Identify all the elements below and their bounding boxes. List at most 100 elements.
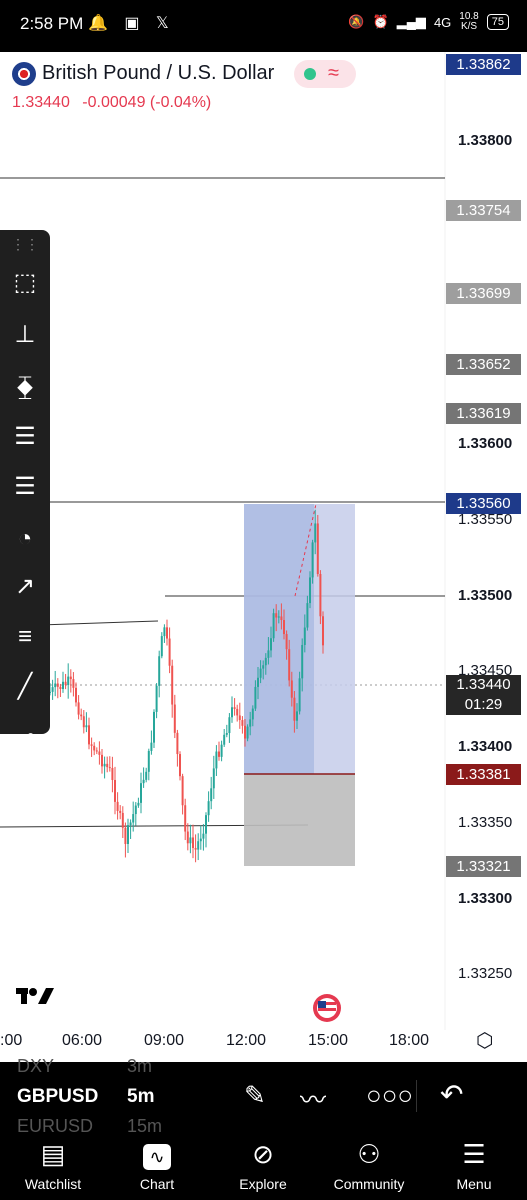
nav-community[interactable]: ⚇ Community	[324, 1138, 414, 1192]
network-label: 4G	[433, 14, 452, 30]
candle-body	[233, 707, 236, 709]
time-label: 06:00	[62, 1032, 103, 1049]
horizontal-ray-tool-icon[interactable]: ⊸	[8, 720, 42, 754]
symbol-header[interactable]: British Pound / U.S. Dollar	[0, 58, 440, 92]
candle-body	[225, 733, 228, 735]
drag-handle-icon[interactable]: ⋮⋮	[8, 230, 42, 258]
long-position-tool-icon[interactable]: ☰	[8, 470, 42, 504]
watchlist-icon: ▤	[40, 1139, 66, 1169]
interval: 5m	[127, 1086, 155, 1107]
candle-body	[181, 776, 184, 806]
status-bar: 2:58 PM 🔔 ▣ 𝕏 🔕 ⏰ ▂▄▆ 4G 10.8 K/S 75	[0, 0, 527, 52]
candle-body	[134, 805, 137, 815]
battery-icon: 75	[486, 14, 509, 30]
compass-icon: ⊘	[252, 1139, 274, 1169]
rectangle-tool-icon[interactable]: ⬚	[8, 266, 42, 300]
candle-body	[316, 523, 319, 574]
pen-icon[interactable]: ✎	[244, 1080, 266, 1111]
candle-body	[137, 802, 140, 806]
candle-body	[254, 686, 257, 709]
candle-body	[77, 702, 80, 715]
candle-body	[207, 801, 210, 816]
candle-body	[259, 668, 262, 678]
candle-body	[142, 779, 145, 784]
vertical-line-tool-icon[interactable]: ⧱	[8, 370, 42, 404]
nav-watchlist[interactable]: ▤ Watchlist	[8, 1138, 98, 1192]
candle-body	[241, 720, 244, 726]
price-tag: 1.33699	[446, 283, 521, 304]
candle-body	[64, 681, 67, 686]
stop-price-tag: 1.33381	[446, 764, 521, 785]
candle-body	[98, 751, 101, 755]
time-label: 09:00	[144, 1032, 185, 1049]
candle-body	[236, 708, 239, 716]
bar-countdown: 01:29	[464, 696, 503, 713]
short-position-tool-icon[interactable]: ☰	[8, 420, 42, 454]
drawing-tools-icon[interactable]: 〰	[300, 1080, 326, 1117]
candle-body	[215, 751, 218, 769]
candle-body	[272, 613, 275, 639]
candle-body	[173, 704, 176, 733]
chart-settings-icon[interactable]: ⬡	[476, 1028, 493, 1053]
price-tag: 1.33652	[446, 354, 521, 375]
candle-body	[277, 616, 280, 618]
current-price-value: 1.33440	[456, 676, 511, 693]
arc-tool-icon[interactable]: ◔	[8, 522, 42, 556]
candle-body	[124, 827, 127, 844]
price-tag: 1.33619	[446, 403, 521, 424]
candle-body	[116, 801, 119, 811]
watchlist-row-prev[interactable]: DXY 3m	[17, 1056, 152, 1077]
horizontal-line-left	[39, 620, 159, 626]
candle-body	[114, 779, 116, 802]
candle-body	[121, 812, 124, 828]
nav-label: Menu	[456, 1176, 492, 1192]
current-price-tag: 1.33440 01:29	[446, 675, 521, 715]
indicator-wave-icon: ≈	[328, 62, 339, 84]
trend-line-tool-icon[interactable]: ╱	[8, 670, 42, 704]
candle-body	[249, 719, 252, 727]
candle-body	[176, 732, 179, 755]
symbol-title[interactable]: British Pound / U.S. Dollar	[42, 62, 274, 85]
price-label: 1.33300	[458, 890, 513, 907]
candle-body	[82, 716, 85, 728]
candle-body	[147, 750, 150, 772]
nav-label: Community	[333, 1176, 405, 1192]
symbol-interval-panel[interactable]: DXY 3m GBPUSD 5m EURUSD 15m ✎ 〰 ○○○ ↶	[0, 1056, 527, 1136]
nav-explore[interactable]: ⊘ Explore	[218, 1138, 308, 1192]
candle-body	[103, 763, 106, 767]
chart-icon: ∿	[112, 1138, 202, 1170]
candle-body	[166, 627, 168, 639]
more-icon[interactable]: ○○○	[366, 1080, 413, 1111]
community-icon: ⚇	[357, 1139, 381, 1169]
candle-body	[150, 742, 153, 751]
candle-body	[303, 627, 306, 645]
price-change: -0.00049 (-0.04%)	[82, 94, 212, 111]
candle-body	[85, 725, 88, 728]
candle-body	[262, 665, 265, 669]
nav-menu[interactable]: ☰ Menu	[429, 1138, 519, 1192]
candle-body	[88, 725, 90, 745]
candle-body	[163, 627, 166, 637]
candle-body	[244, 725, 246, 739]
candle-body	[106, 763, 109, 768]
nav-label: Chart	[139, 1176, 175, 1192]
bottom-navigation: ▤ Watchlist ∿ Chart ⊘ Explore ⚇ Communit…	[0, 1132, 527, 1200]
time-label: 12:00	[226, 1032, 267, 1049]
path-tool-icon[interactable]: ↗	[8, 570, 42, 604]
candle-body	[69, 676, 72, 680]
parallel-channel-tool-icon[interactable]: ≡	[8, 620, 42, 654]
watchlist-row-current[interactable]: GBPUSD 5m	[17, 1086, 154, 1108]
price-tag-top: 1.33862	[446, 54, 521, 75]
candle-body	[95, 750, 98, 752]
mute-icon: 🔕	[348, 14, 365, 29]
candle-body	[90, 744, 93, 746]
undo-icon[interactable]: ↶	[440, 1078, 463, 1111]
candle-body	[194, 847, 197, 850]
nav-chart[interactable]: ∿ Chart	[112, 1138, 202, 1192]
price-label: 1.33400	[458, 738, 513, 755]
price-range-tool-icon[interactable]: ⊥	[8, 318, 42, 352]
profit-zone-filled	[244, 504, 314, 774]
market-status-pill[interactable]: ≈	[294, 60, 356, 88]
candle-body	[158, 656, 161, 686]
loss-zone	[244, 774, 355, 866]
